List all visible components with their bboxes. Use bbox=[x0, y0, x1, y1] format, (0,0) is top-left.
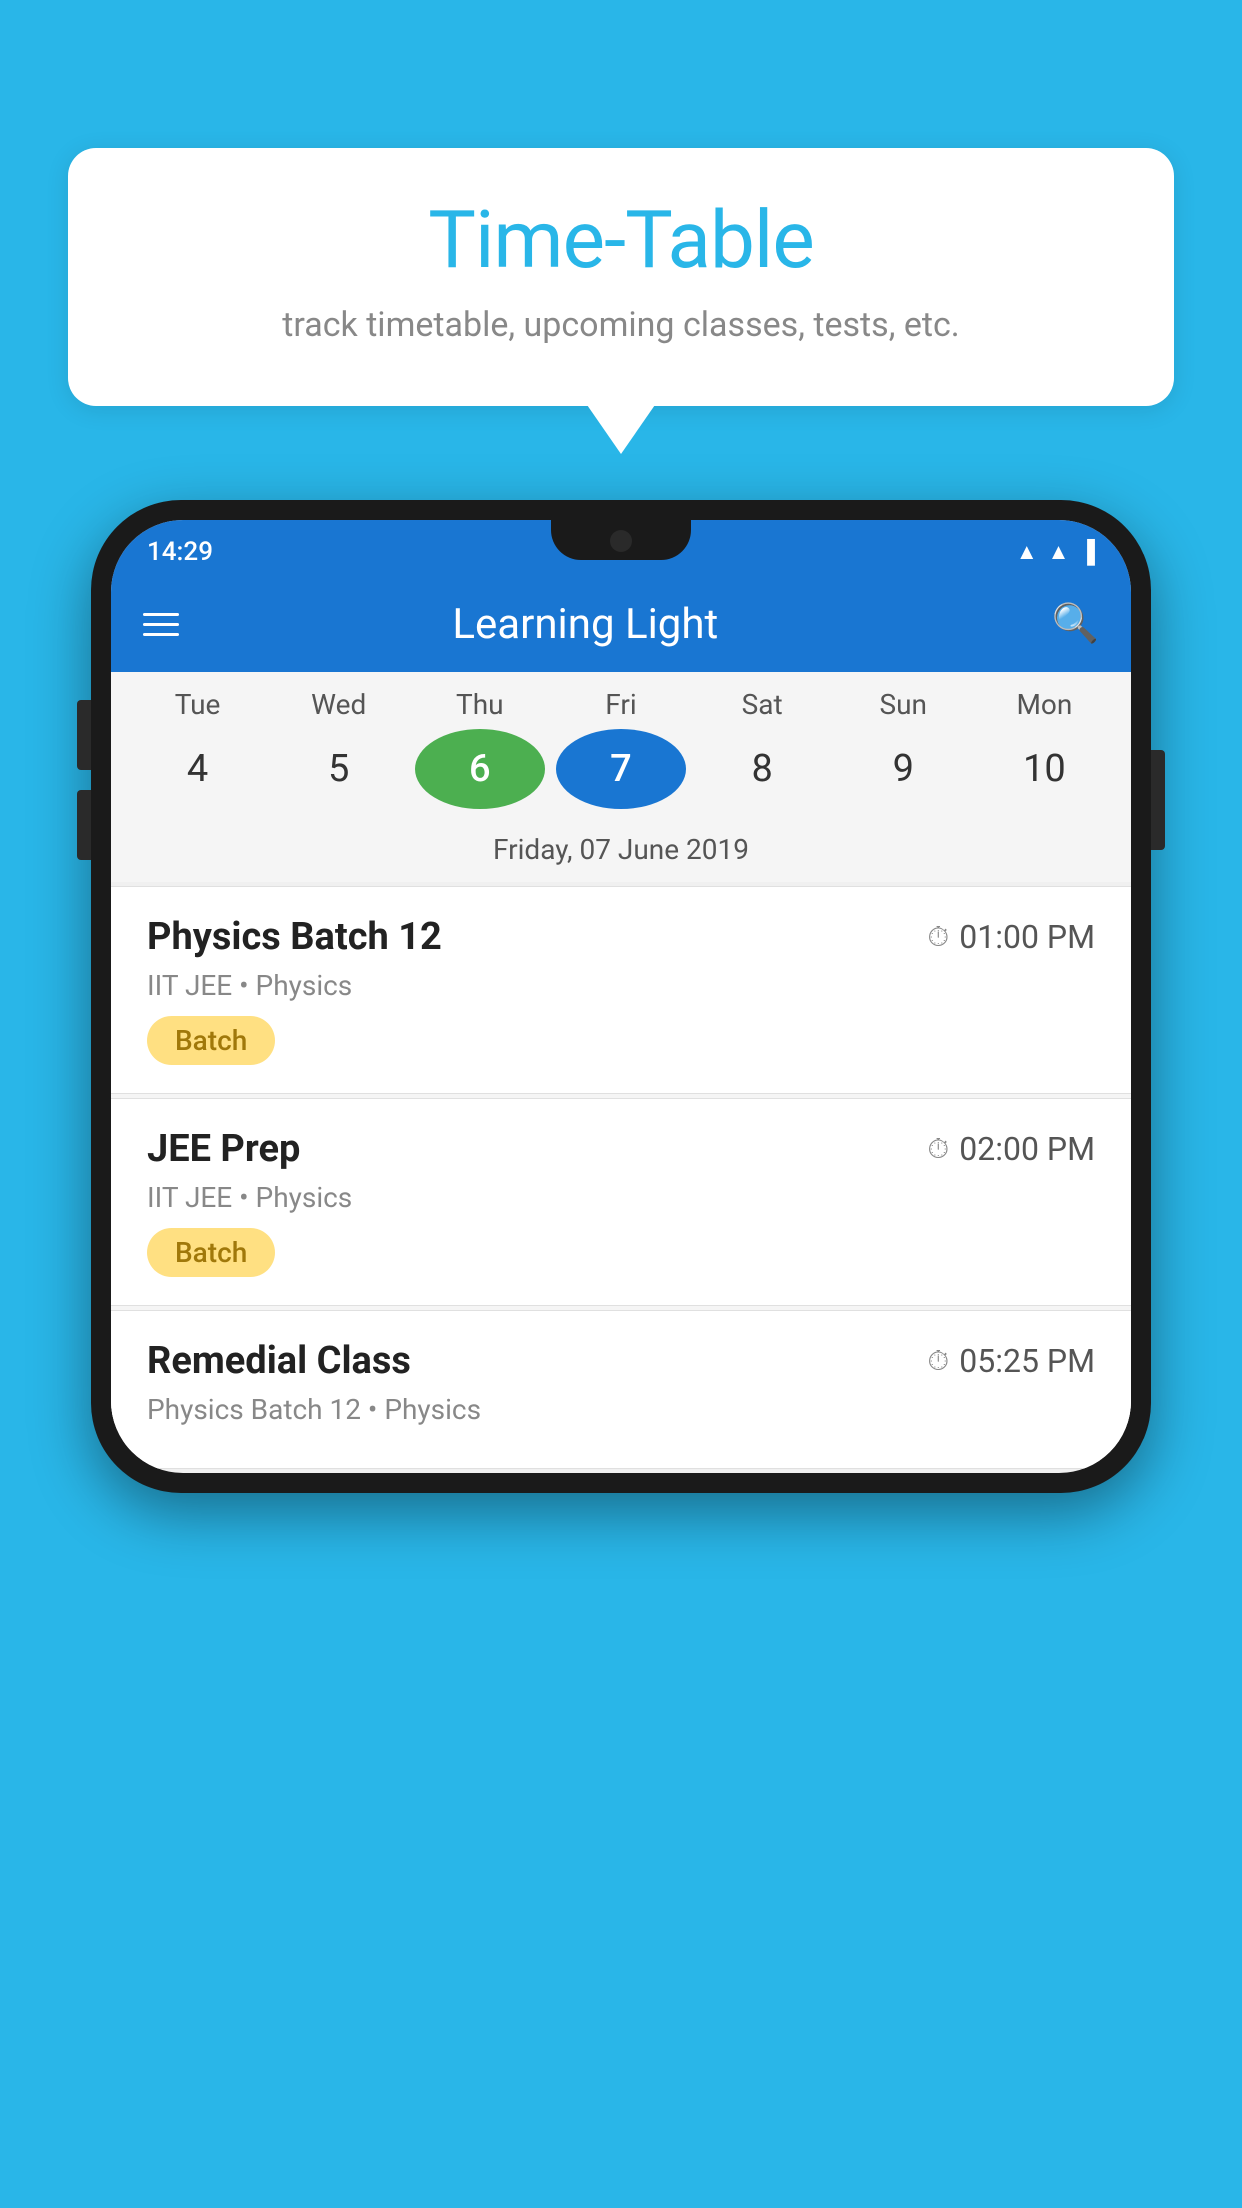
app-bar-title: Learning Light bbox=[119, 600, 1052, 649]
schedule-item-physics-batch-12[interactable]: Physics Batch 12 ⏱ 01:00 PM IIT JEE • Ph… bbox=[111, 886, 1131, 1094]
day-header-sun: Sun bbox=[838, 688, 968, 721]
app-bar: Learning Light 🔍 bbox=[111, 576, 1131, 672]
day-5[interactable]: 5 bbox=[274, 729, 404, 809]
schedule-time-value-2: 02:00 PM bbox=[959, 1130, 1095, 1168]
clock-icon-3: ⏱ bbox=[927, 1344, 949, 1378]
schedule-item-header-2: JEE Prep ⏱ 02:00 PM bbox=[147, 1127, 1095, 1171]
day-9[interactable]: 9 bbox=[838, 729, 968, 809]
day-header-tue: Tue bbox=[133, 688, 263, 721]
wifi-icon: ▲ bbox=[1016, 539, 1038, 565]
schedule-subtitle-2: IIT JEE • Physics bbox=[147, 1181, 1095, 1214]
schedule-subtitle-3: Physics Batch 12 • Physics bbox=[147, 1393, 1095, 1426]
status-icons: ▲ ▲ ▐ bbox=[1016, 539, 1095, 565]
schedule-time-1: ⏱ 01:00 PM bbox=[927, 918, 1095, 956]
batch-badge-1: Batch bbox=[147, 1016, 275, 1065]
day-header-thu: Thu bbox=[415, 688, 545, 721]
power-button bbox=[1151, 750, 1165, 850]
day-headers: Tue Wed Thu Fri Sat Sun Mon bbox=[111, 688, 1131, 721]
day-6-today[interactable]: 6 bbox=[415, 729, 545, 809]
day-10[interactable]: 10 bbox=[979, 729, 1109, 809]
volume-button-2 bbox=[77, 790, 91, 860]
day-header-mon: Mon bbox=[979, 688, 1109, 721]
day-8[interactable]: 8 bbox=[697, 729, 827, 809]
tooltip-card: Time-Table track timetable, upcoming cla… bbox=[68, 148, 1174, 406]
clock-icon-2: ⏱ bbox=[927, 1132, 949, 1166]
phone-frame: 14:29 ▲ ▲ ▐ Learning Light 🔍 bbox=[91, 500, 1151, 1493]
tooltip-title: Time-Table bbox=[128, 196, 1114, 284]
schedule-title-2: JEE Prep bbox=[147, 1127, 300, 1171]
phone-screen: 14:29 ▲ ▲ ▐ Learning Light 🔍 bbox=[111, 520, 1131, 1473]
signal-icon: ▲ bbox=[1048, 539, 1070, 565]
schedule-list: Physics Batch 12 ⏱ 01:00 PM IIT JEE • Ph… bbox=[111, 886, 1131, 1469]
schedule-subtitle-1: IIT JEE • Physics bbox=[147, 969, 1095, 1002]
clock-icon-1: ⏱ bbox=[927, 920, 949, 954]
volume-button-1 bbox=[77, 700, 91, 770]
day-header-wed: Wed bbox=[274, 688, 404, 721]
schedule-title-1: Physics Batch 12 bbox=[147, 915, 442, 959]
tooltip-subtitle: track timetable, upcoming classes, tests… bbox=[128, 302, 1114, 350]
status-time: 14:29 bbox=[147, 537, 213, 567]
day-numbers: 4 5 6 7 8 9 10 bbox=[111, 721, 1131, 825]
schedule-time-value-1: 01:00 PM bbox=[959, 918, 1095, 956]
schedule-item-remedial-class[interactable]: Remedial Class ⏱ 05:25 PM Physics Batch … bbox=[111, 1310, 1131, 1469]
schedule-time-value-3: 05:25 PM bbox=[959, 1342, 1095, 1380]
calendar-strip: Tue Wed Thu Fri Sat Sun Mon 4 5 6 7 8 9 … bbox=[111, 672, 1131, 882]
selected-date-label: Friday, 07 June 2019 bbox=[111, 825, 1131, 882]
phone-camera bbox=[610, 530, 632, 552]
schedule-item-header-3: Remedial Class ⏱ 05:25 PM bbox=[147, 1339, 1095, 1383]
schedule-item-header-1: Physics Batch 12 ⏱ 01:00 PM bbox=[147, 915, 1095, 959]
schedule-item-jee-prep[interactable]: JEE Prep ⏱ 02:00 PM IIT JEE • Physics Ba… bbox=[111, 1098, 1131, 1306]
day-4[interactable]: 4 bbox=[133, 729, 263, 809]
phone-wrapper: 14:29 ▲ ▲ ▐ Learning Light 🔍 bbox=[91, 500, 1151, 1493]
search-button[interactable]: 🔍 bbox=[1052, 602, 1099, 646]
schedule-time-3: ⏱ 05:25 PM bbox=[927, 1342, 1095, 1380]
day-header-fri: Fri bbox=[556, 688, 686, 721]
schedule-time-2: ⏱ 02:00 PM bbox=[927, 1130, 1095, 1168]
phone-notch bbox=[551, 520, 691, 560]
battery-icon: ▐ bbox=[1079, 539, 1095, 565]
day-header-sat: Sat bbox=[697, 688, 827, 721]
batch-badge-2: Batch bbox=[147, 1228, 275, 1277]
schedule-title-3: Remedial Class bbox=[147, 1339, 411, 1383]
day-7-selected[interactable]: 7 bbox=[556, 729, 686, 809]
